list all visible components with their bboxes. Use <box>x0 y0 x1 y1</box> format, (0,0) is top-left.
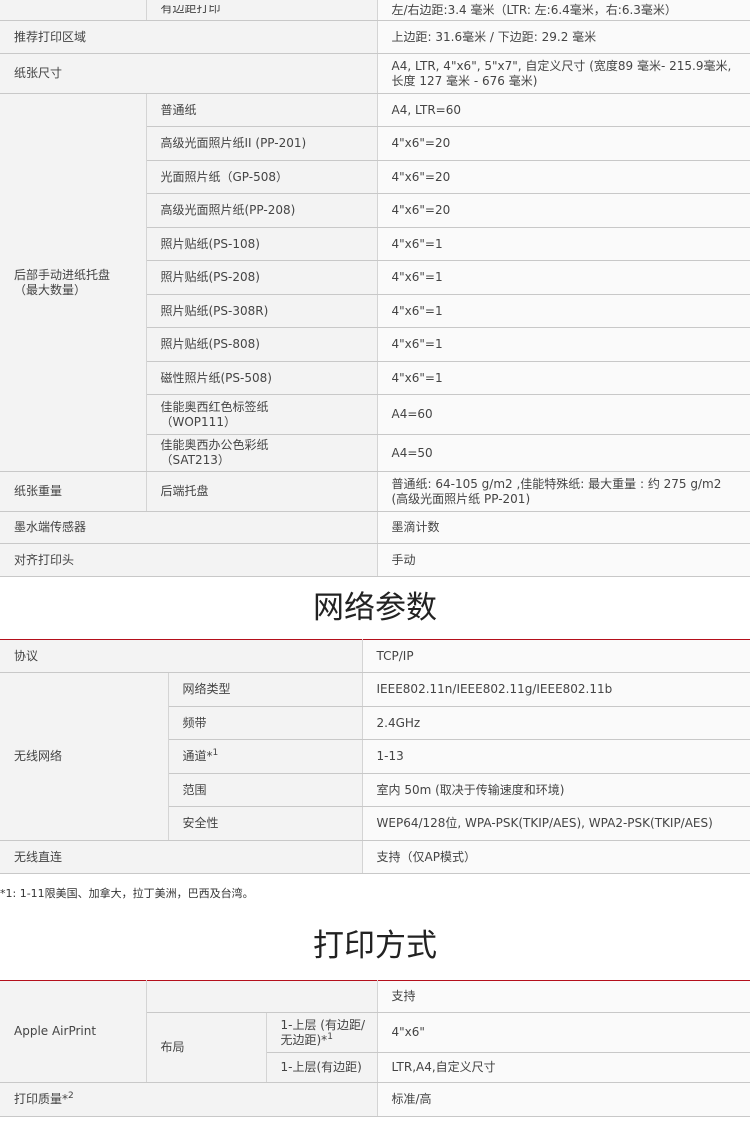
wireless-item-name: 安全性 <box>168 806 363 841</box>
tray-item-name: 佳能奥西办公色彩纸（SAT213） <box>146 434 378 472</box>
layout-top1-value: 4"x6" <box>377 1012 750 1053</box>
ink-sensor-label: 墨水端传感器 <box>0 511 378 544</box>
quality-label: 打印质量* <box>14 1092 69 1106</box>
wireless-label: 无线网络 <box>0 672 169 841</box>
footnote-marker: 1 <box>212 748 219 758</box>
tray-item-name: 照片贴纸(PS-808) <box>146 327 378 362</box>
tray-item-value: 4"x6"=20 <box>377 193 750 228</box>
tray-item-value: A4, LTR=60 <box>377 93 750 127</box>
spec-label-paper-size: 纸张尺寸 <box>0 53 378 94</box>
quality-value: 标准/高 <box>377 1082 750 1117</box>
align-head-label: 对齐打印头 <box>0 543 378 577</box>
wireless-item-name: 网络类型 <box>168 672 363 707</box>
tray-item-name: 光面照片纸（GP-508） <box>146 160 378 194</box>
wireless-item-name: 频带 <box>168 706 363 740</box>
spec-table-print-method: Apple AirPrint 支持 布局 1-上层 (有边距/无边距)*1 4"… <box>0 980 750 1117</box>
weight-sub-label: 后端托盘 <box>146 471 378 512</box>
footnote-marker: 2 <box>68 1091 74 1101</box>
wifi-direct-label: 无线直连 <box>0 840 363 874</box>
protocol-label: 协议 <box>0 639 363 673</box>
section-title-network: 网络参数 <box>313 590 437 626</box>
tray-item-name: 照片贴纸(PS-108) <box>146 227 378 261</box>
spec-value-paper-size: A4, LTR, 4"x6", 5"x7", 自定义尺寸 (宽度89 毫米- 2… <box>377 53 750 94</box>
tray-item-name: 高级光面照片纸II (PP-201) <box>146 126 378 161</box>
tray-item-value: 4"x6"=1 <box>377 260 750 295</box>
layout-label: 布局 <box>146 1012 267 1083</box>
tray-item-name: 高级光面照片纸(PP-208) <box>146 193 378 228</box>
footnote-marker: 1 <box>327 1031 333 1042</box>
wireless-item-value: WEP64/128位, WPA-PSK(TKIP/AES), WPA2-PSK(… <box>362 806 750 841</box>
layout-top2-value: LTR,A4,自定义尺寸 <box>377 1052 750 1083</box>
wireless-item-value: 2.4GHz <box>362 706 750 740</box>
spec-table-network: 协议 TCP/IP 无线网络 网络类型 IEEE802.11n/IEEE802.… <box>0 639 750 874</box>
wireless-item-name: 通道* <box>182 749 213 763</box>
tray-item-value: 4"x6"=1 <box>377 294 750 328</box>
wireless-item-value: IEEE802.11n/IEEE802.11g/IEEE802.11b <box>362 672 750 707</box>
spec-value-print-area: 上边距: 31.6毫米 / 下边距: 29.2 毫米 <box>377 20 750 54</box>
footnote: *1: 1-11限美国、加拿大，拉丁美洲，巴西及台湾。 <box>0 887 254 900</box>
protocol-value: TCP/IP <box>362 639 750 673</box>
tray-item-value: 4"x6"=20 <box>377 126 750 161</box>
weight-label: 纸张重量 <box>0 471 147 512</box>
tray-item-name: 照片贴纸(PS-208) <box>146 260 378 295</box>
weight-value: 普通纸: 64-105 g/m2 ,佳能特殊纸: 最大重量 : 约 275 g/… <box>377 471 750 512</box>
tray-item-value: 4"x6"=1 <box>377 361 750 395</box>
tray-item-value: 4"x6"=20 <box>377 160 750 194</box>
tray-item-value: A4=60 <box>377 394 750 435</box>
wireless-item-value: 室内 50m (取决于传输速度和环境) <box>362 773 750 807</box>
tray-item-name: 普通纸 <box>146 93 378 127</box>
tray-item-value: 4"x6"=1 <box>377 227 750 261</box>
layout-top1-label: 1-上层 (有边距/无边距)* <box>280 1017 366 1047</box>
airprint-supported: 支持 <box>377 980 750 1013</box>
spec-table-paper: 有边距打印 左/右边距:3.4 毫米（LTR: 左:6.4毫米，右:6.3毫米）… <box>0 0 750 577</box>
layout-top2-label: 1-上层(有边距) <box>266 1052 378 1083</box>
wireless-item-value: 1-13 <box>362 739 750 774</box>
tray-item-name: 照片贴纸(PS-308R) <box>146 294 378 328</box>
tray-item-name: 佳能奥西红色标签纸（WOP111） <box>146 394 378 435</box>
spec-cut-label: 有边距打印 <box>160 5 221 15</box>
align-head-value: 手动 <box>377 543 750 577</box>
tray-item-value: 4"x6"=1 <box>377 327 750 362</box>
ink-sensor-value: 墨滴计数 <box>377 511 750 544</box>
spec-label-print-area: 推荐打印区域 <box>0 20 378 54</box>
section-title-print-method: 打印方式 <box>313 928 437 964</box>
airprint-label: Apple AirPrint <box>0 980 147 1083</box>
tray-item-name: 磁性照片纸(PS-508) <box>146 361 378 395</box>
wifi-direct-value: 支持（仅AP模式） <box>362 840 750 874</box>
spec-cut-value: 左/右边距:3.4 毫米（LTR: 左:6.4毫米，右:6.3毫米） <box>377 0 750 21</box>
wireless-item-name: 范围 <box>168 773 363 807</box>
tray-label: 后部手动进纸托盘（最大数量） <box>0 93 147 472</box>
tray-item-value: A4=50 <box>377 434 750 472</box>
